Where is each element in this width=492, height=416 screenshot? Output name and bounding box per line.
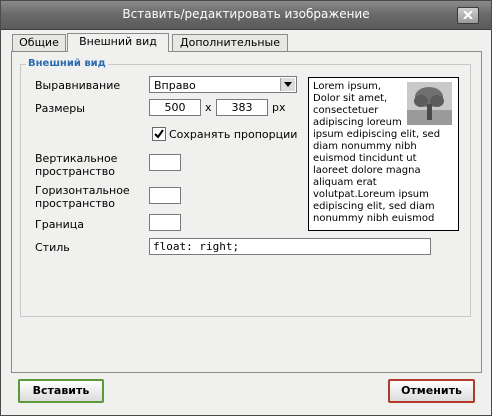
height-input[interactable]: 383 — [216, 99, 268, 116]
vspace-label-line2: пространство — [35, 165, 115, 178]
border-label: Граница — [35, 218, 85, 231]
constrain-checkbox[interactable] — [152, 127, 166, 141]
vspace-input[interactable] — [149, 154, 181, 171]
hspace-label-line1: Горизонтальное — [35, 184, 130, 197]
tree-image-icon — [407, 82, 452, 125]
title-bar[interactable]: Вставить/редактировать изображение — [1, 1, 491, 30]
style-label: Стиль — [35, 241, 70, 254]
alignment-value: Вправо — [154, 79, 196, 92]
width-input[interactable]: 500 — [149, 99, 201, 116]
chevron-down-icon[interactable] — [280, 78, 295, 91]
tab-general[interactable]: Общие — [12, 34, 66, 51]
fieldset-legend: Внешний вид — [26, 58, 108, 69]
hspace-label-line2: пространство — [35, 197, 115, 210]
dimensions-label: Размеры — [35, 102, 85, 115]
preview-box: Lorem ipsum, Dolor sit amet, consectetue… — [308, 77, 459, 231]
dialog-title: Вставить/редактировать изображение — [122, 7, 370, 21]
tab-advanced[interactable]: Дополнительные — [172, 34, 288, 51]
vspace-label-line1: Вертикальное — [35, 152, 118, 165]
style-input[interactable]: float: right; — [149, 238, 431, 255]
dimensions-separator: x — [205, 101, 212, 114]
alignment-select[interactable]: Вправо — [149, 76, 297, 93]
cancel-button[interactable]: Отменить — [388, 379, 475, 403]
tab-appearance[interactable]: Внешний вид — [67, 33, 169, 52]
close-button[interactable] — [457, 7, 479, 24]
dimensions-unit: px — [272, 101, 286, 114]
border-input[interactable] — [149, 214, 181, 231]
constrain-label[interactable]: Сохранять пропорции — [169, 128, 297, 141]
insert-button[interactable]: Вставить — [18, 379, 104, 403]
image-dialog: Вставить/редактировать изображение Общие… — [0, 0, 492, 416]
alignment-label: Выравнивание — [35, 79, 121, 92]
hspace-input[interactable] — [149, 187, 181, 204]
